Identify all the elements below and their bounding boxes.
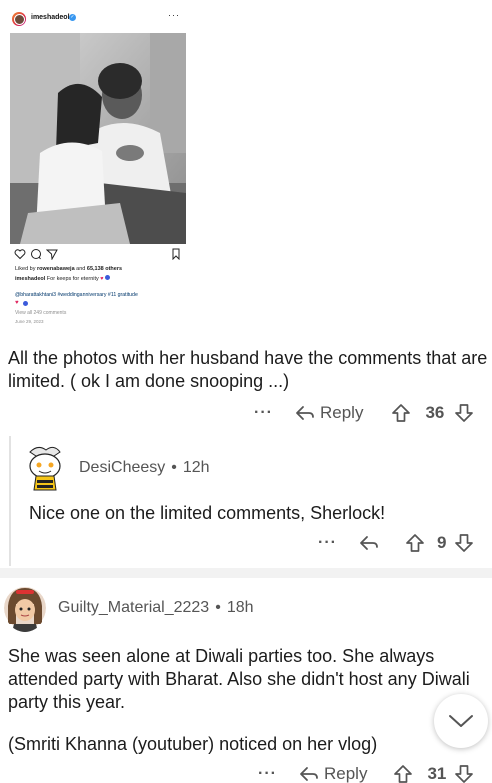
upvote-icon[interactable] — [405, 533, 425, 553]
vote-count: 36 — [425, 403, 445, 422]
comment-author-row: DesiCheesy • 12h — [79, 459, 210, 477]
avatar[interactable] — [4, 584, 46, 632]
heart-icon — [14, 249, 26, 260]
reply-icon[interactable] — [359, 535, 379, 551]
share-icon — [46, 249, 58, 260]
reply-arrow-icon — [300, 767, 318, 781]
more-icon: ··· — [168, 10, 180, 20]
chevron-down-icon — [449, 715, 473, 727]
author-name[interactable]: DesiCheesy — [79, 459, 165, 477]
separator: • — [215, 599, 221, 616]
ig-photo — [10, 33, 186, 244]
reply-button[interactable]: Reply — [299, 764, 367, 783]
comment-author-row: Guilty_Material_2223 • 18h — [58, 599, 254, 617]
comment-text: Nice one on the limited comments, Sherlo… — [29, 503, 386, 523]
ig-post-header: imeshadeol ✓ ··· — [6, 6, 190, 32]
downvote-icon[interactable] — [454, 764, 474, 783]
comment-text: All the photos with her husband have the… — [8, 348, 488, 391]
thread-line — [9, 436, 11, 566]
author-name[interactable]: Guilty_Material_2223 — [58, 599, 209, 617]
ig-action-bar — [6, 246, 190, 262]
more-options-button[interactable]: ··· — [254, 404, 273, 422]
more-options-button[interactable]: ··· — [258, 765, 277, 783]
ig-emojis: ♥ — [15, 300, 45, 308]
ig-view-comments: View all 249 comments — [15, 310, 67, 316]
vote-count: 9 — [436, 533, 447, 552]
comment-divider — [0, 568, 492, 578]
bookmark-icon — [172, 248, 180, 260]
comment-text: She was seen alone at Diwali parties too… — [8, 646, 470, 712]
ig-date: June 29, 2023 — [15, 319, 44, 324]
more-options-button[interactable]: ··· — [318, 534, 337, 552]
comment-actions: ··· 9 — [318, 531, 474, 555]
scroll-down-button[interactable] — [434, 694, 488, 748]
avatar[interactable] — [24, 442, 66, 492]
downvote-icon[interactable] — [454, 533, 474, 553]
instagram-post-image: imeshadeol ✓ ··· Liked by rowenabaweja a… — [6, 6, 190, 336]
comment-actions: ··· Reply 36 — [254, 401, 474, 425]
comment-icon — [31, 249, 41, 260]
comment-text-paragraph: (Smriti Khanna (youtuber) noticed on her… — [8, 734, 378, 754]
comment-actions: ··· Reply 31 — [258, 762, 474, 783]
upvote-icon[interactable] — [393, 764, 413, 783]
ig-avatar — [12, 12, 26, 26]
verified-badge-icon: ✓ — [69, 14, 76, 21]
comment-age: 12h — [182, 459, 210, 476]
ig-likes: Liked by rowenabaweja and 65,138 others — [15, 266, 123, 272]
ig-username: imeshadeol — [31, 14, 70, 21]
ig-caption: imeshadeol For keeps for eternity ♥ — [15, 275, 110, 282]
comment-age: 18h — [226, 599, 254, 616]
separator: • — [171, 459, 177, 476]
downvote-icon[interactable] — [454, 403, 474, 423]
upvote-icon[interactable] — [391, 403, 411, 423]
ig-tags: @bharattakhtani3 #weddinganniversary #11… — [15, 292, 138, 298]
vote-count: 31 — [427, 764, 447, 783]
reply-arrow-icon — [296, 406, 314, 420]
reply-button[interactable]: Reply — [295, 403, 363, 423]
